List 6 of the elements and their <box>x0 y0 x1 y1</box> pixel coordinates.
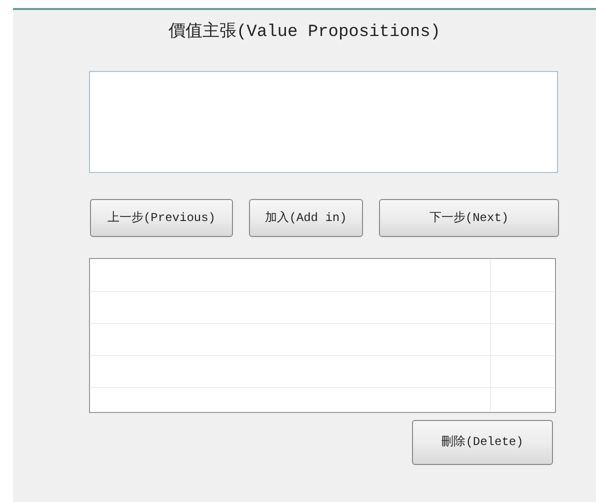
step-button[interactable]: 下一步(Next) <box>379 198 559 236</box>
input-field[interactable] <box>89 70 558 172</box>
step-button[interactable]: 加入(Add in) <box>249 198 363 236</box>
panel-title: 價值主張(Value Propositions) <box>168 20 441 44</box>
step-button[interactable]: 上一步(Previous) <box>90 198 233 236</box>
delete-button[interactable]: 刪除(Delete) <box>412 420 553 464</box>
